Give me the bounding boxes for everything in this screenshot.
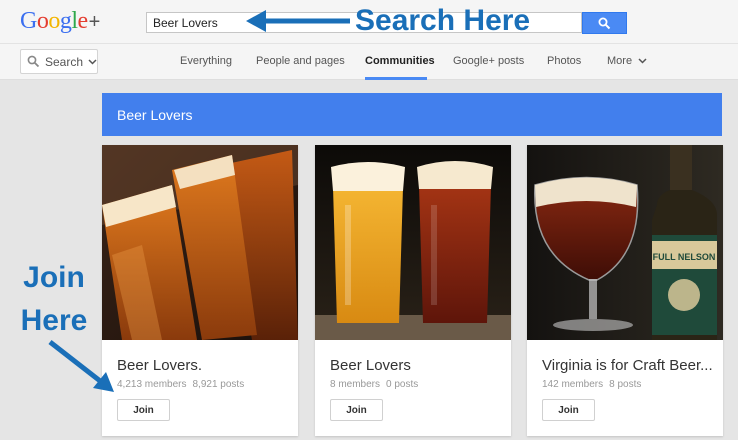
search-icon bbox=[598, 17, 611, 29]
join-button[interactable]: Join bbox=[542, 399, 595, 421]
join-here-annotation: Join Here bbox=[14, 256, 94, 342]
tab-photos[interactable]: Photos bbox=[547, 55, 581, 67]
tab-everything[interactable]: Everything bbox=[180, 55, 232, 67]
join-here-line-2: Here bbox=[20, 304, 88, 337]
community-stats: 8 members 0 posts bbox=[330, 379, 418, 390]
tab-google-plus-posts[interactable]: Google+ posts bbox=[453, 55, 524, 67]
community-card[interactable]: FULL NELSON Virginia is for Craft Beer..… bbox=[527, 145, 723, 436]
community-photo bbox=[315, 145, 511, 340]
search-dropdown-label: Search bbox=[44, 54, 84, 69]
join-button[interactable]: Join bbox=[117, 399, 170, 421]
member-count: 8 members bbox=[330, 379, 381, 390]
search-dropdown[interactable]: Search bbox=[20, 49, 98, 74]
tab-more[interactable]: More bbox=[607, 55, 647, 67]
community-card[interactable]: Beer Lovers. 4,213 members 8,921 posts Jo… bbox=[102, 145, 298, 436]
search-button[interactable] bbox=[582, 12, 627, 34]
community-card[interactable]: Beer Lovers 8 members 0 posts Join bbox=[315, 145, 511, 436]
community-photo bbox=[102, 145, 298, 340]
bottle-label: FULL NELSON bbox=[653, 252, 716, 262]
active-tab-indicator bbox=[365, 77, 427, 80]
community-title[interactable]: Beer Lovers bbox=[330, 357, 411, 374]
results-heading: Beer Lovers bbox=[117, 107, 193, 123]
filter-bar: Search Everything People and pages Commu… bbox=[0, 44, 738, 80]
chevron-down-icon bbox=[88, 58, 97, 65]
search-here-annotation: Search Here bbox=[355, 4, 531, 37]
community-photo: FULL NELSON bbox=[527, 145, 723, 340]
tab-communities[interactable]: Communities bbox=[365, 55, 435, 67]
join-button[interactable]: Join bbox=[330, 399, 383, 421]
join-here-line-1: Join bbox=[23, 261, 85, 294]
results-header: Beer Lovers bbox=[102, 93, 722, 136]
post-count: 8 posts bbox=[609, 379, 642, 390]
community-title[interactable]: Beer Lovers. bbox=[117, 357, 202, 374]
community-title[interactable]: Virginia is for Craft Beer... bbox=[542, 357, 713, 374]
search-icon bbox=[27, 55, 40, 68]
chevron-down-icon bbox=[638, 58, 647, 64]
tab-more-label: More bbox=[607, 55, 633, 67]
member-count: 4,213 members bbox=[117, 379, 187, 390]
member-count: 142 members bbox=[542, 379, 604, 390]
post-count: 8,921 posts bbox=[192, 379, 245, 390]
community-stats: 4,213 members 8,921 posts bbox=[117, 379, 244, 390]
community-stats: 142 members 8 posts bbox=[542, 379, 641, 390]
post-count: 0 posts bbox=[386, 379, 419, 390]
tab-people-and-pages[interactable]: People and pages bbox=[256, 55, 345, 67]
google-plus-logo[interactable]: Google+ bbox=[20, 8, 100, 35]
